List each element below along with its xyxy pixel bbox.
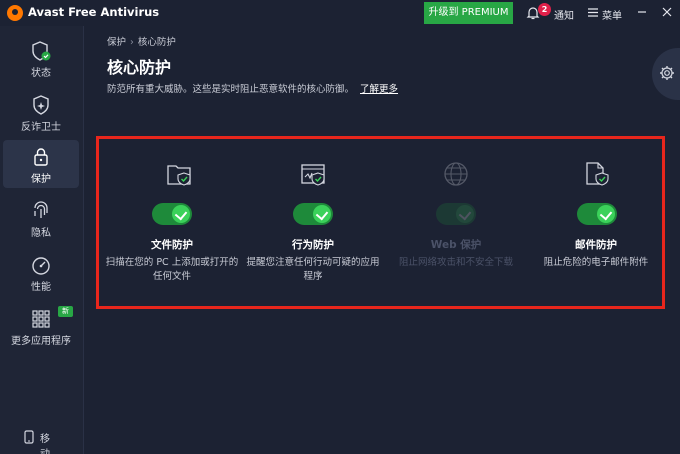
- close-icon[interactable]: [659, 4, 675, 20]
- sidebar-item-label: 隐私: [31, 228, 51, 239]
- new-badge: 新: [58, 306, 73, 317]
- chevron-right-icon: ›: [130, 37, 134, 48]
- page-subtitle: 防范所有重大威胁。这些是实时阻止恶意软件的核心防御。 了解更多: [107, 81, 398, 95]
- file-shield-name: 文件防护: [151, 239, 193, 251]
- file-shield-toggle[interactable]: [152, 203, 192, 225]
- minimize-icon[interactable]: [634, 4, 650, 20]
- avast-logo-icon: [7, 5, 23, 21]
- monitor-shield-icon: [301, 164, 325, 186]
- sidebar-item-status[interactable]: 状态: [3, 34, 79, 82]
- sidebar-item-label: 更多应用程序: [11, 336, 71, 347]
- check-icon: [313, 205, 331, 223]
- page-title: 核心防护: [107, 58, 172, 77]
- mail-shield-name: 邮件防护: [575, 239, 617, 251]
- sidebar-item-mobile[interactable]: 移动: [24, 430, 50, 454]
- learn-more-link[interactable]: 了解更多: [360, 84, 398, 95]
- app-title: Avast Free Antivirus: [28, 5, 160, 19]
- sidebar: 状态 反诈卫士 保护 隐私 性能 更多应用程序 新 移: [0, 26, 84, 454]
- file-shield-desc: 扫描在您的 PC 上添加或打开的任何文件: [105, 257, 239, 282]
- gear-icon: [660, 66, 674, 80]
- breadcrumb-current: 核心防护: [137, 37, 176, 48]
- web-shield-desc: 阻止网络攻击和不安全下载: [398, 257, 513, 268]
- hamburger-menu-icon[interactable]: [588, 8, 598, 17]
- folder-shield-icon: [167, 165, 191, 186]
- sidebar-item-performance[interactable]: 性能: [3, 248, 79, 296]
- notifications-button[interactable]: 通知: [554, 7, 574, 22]
- sidebar-item-label: 性能: [31, 282, 51, 293]
- document-shield-icon: [586, 162, 609, 186]
- sidebar-item-label: 移动: [40, 434, 50, 454]
- sidebar-item-label: 保护: [31, 174, 51, 185]
- check-icon: [172, 205, 190, 223]
- apps-grid-icon: [32, 310, 50, 328]
- mail-shield-desc: 阻止危险的电子邮件附件: [543, 257, 649, 268]
- title-bar: Avast Free Antivirus 升级到 PREMIUM 2 通知 菜单: [0, 0, 680, 26]
- upgrade-premium-button[interactable]: 升级到 PREMIUM: [424, 2, 513, 24]
- breadcrumb: 保护 › 核心防护: [107, 34, 176, 48]
- sidebar-item-label: 状态: [31, 68, 51, 79]
- behavior-shield-desc: 提醒您注意任何行动可疑的应用程序: [246, 257, 380, 282]
- sidebar-item-label: 反诈卫士: [21, 122, 61, 133]
- breadcrumb-link-protection[interactable]: 保护: [107, 34, 126, 48]
- check-icon: [597, 205, 615, 223]
- web-shield-toggle[interactable]: [436, 203, 476, 225]
- behavior-shield-toggle[interactable]: [293, 203, 333, 225]
- shield-sparkle-icon: [33, 95, 49, 115]
- notification-count-badge: 2: [538, 3, 551, 16]
- globe-shield-icon: [444, 162, 468, 186]
- menu-button[interactable]: 菜单: [602, 7, 622, 22]
- sidebar-item-protection[interactable]: 保护: [3, 140, 79, 188]
- check-icon: [456, 205, 474, 223]
- web-shield-name: Web 保护: [430, 239, 482, 251]
- fingerprint-icon: [34, 201, 48, 218]
- speedometer-icon: [32, 257, 50, 275]
- settings-tab[interactable]: [652, 48, 680, 100]
- mail-shield-toggle[interactable]: [577, 203, 617, 225]
- shield-status-icon: [32, 41, 51, 61]
- sidebar-item-scam-guardian[interactable]: 反诈卫士: [3, 88, 79, 136]
- behavior-shield-name: 行为防护: [292, 239, 334, 251]
- phone-icon: [24, 430, 34, 444]
- sidebar-item-privacy[interactable]: 隐私: [3, 194, 79, 242]
- lock-icon: [34, 148, 48, 166]
- subtitle-text: 防范所有重大威胁。这些是实时阻止恶意软件的核心防御。: [107, 84, 355, 95]
